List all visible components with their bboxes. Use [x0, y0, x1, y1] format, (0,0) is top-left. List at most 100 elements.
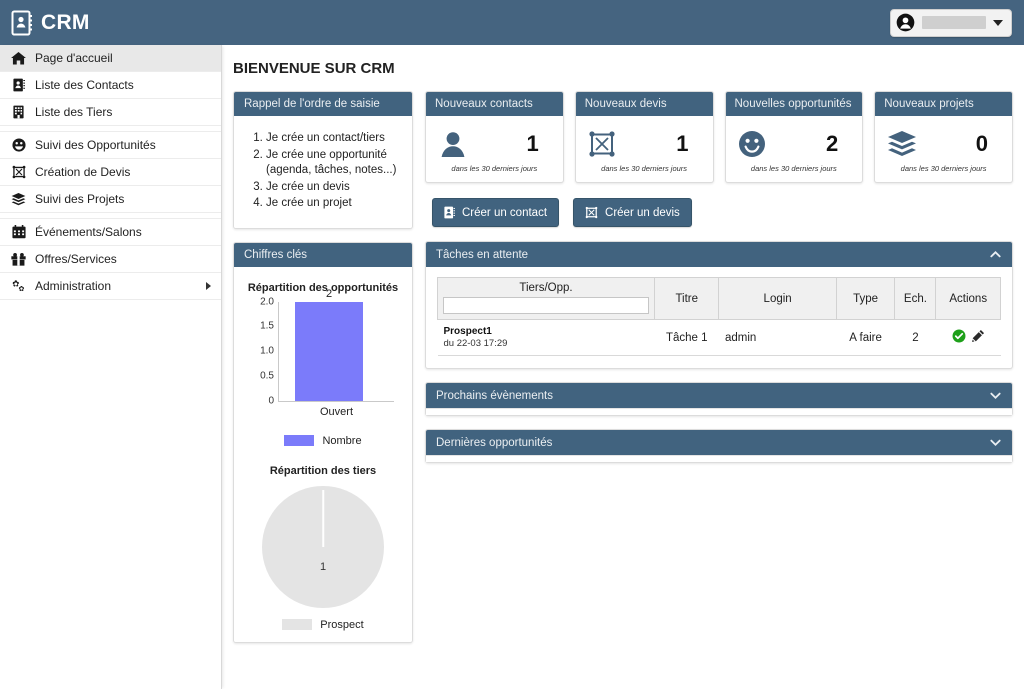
pending-tasks-panel: Tâches en attente Tiers/Opp. Titre Login…: [425, 241, 1013, 369]
user-circle-icon: [896, 13, 915, 32]
sidebar-item-label: Liste des Contacts: [35, 78, 134, 92]
kpi-value: 0: [975, 130, 988, 156]
content-columns: Rappel de l'ordre de saisie Je crée un c…: [233, 91, 1013, 656]
key-figures-panel-title: Chiffres clés: [244, 248, 308, 261]
kpi-card-row: Nouveaux contacts 1 dans les 30 derniers…: [425, 91, 1013, 183]
sidebar-item-liste-des-tiers[interactable]: Liste des Tiers: [0, 99, 221, 126]
left-column: Rappel de l'ordre de saisie Je crée un c…: [233, 91, 413, 656]
user-name-redacted: [922, 16, 986, 29]
reminder-panel-header[interactable]: Rappel de l'ordre de saisie: [234, 92, 412, 116]
pie-slice-divider: [322, 489, 324, 547]
bar-data-label: 2: [325, 287, 333, 300]
cell-type: A faire: [836, 319, 895, 356]
kpi-body: 0 dans les 30 derniers jours: [875, 116, 1012, 182]
sidebar-item-page-daccueil[interactable]: Page d'accueil: [0, 45, 221, 72]
pencil-icon[interactable]: [971, 329, 985, 346]
chevron-down-icon[interactable]: [993, 19, 1003, 26]
quote-box-icon: [585, 206, 598, 219]
check-circle-icon[interactable]: [952, 329, 966, 346]
list-item: Je crée un devis: [266, 180, 402, 197]
kpi-body: 1 dans les 30 derniers jours: [426, 116, 563, 182]
kpi-caption: dans les 30 derniers jours: [601, 164, 688, 173]
building-icon: [11, 105, 26, 119]
cell-login: admin: [718, 319, 837, 356]
upcoming-events-collapsed-body: [426, 408, 1012, 415]
creer-un-contact-button[interactable]: Créer un contact: [432, 198, 560, 227]
page-title: BIENVENUE SUR CRM: [233, 60, 395, 77]
step-label: Je crée un contact/tiers: [266, 132, 385, 144]
tiers-pie-chart: 1: [262, 485, 384, 608]
sidebar-item-suivi-des-opportunites[interactable]: Suivi des Opportunités: [0, 132, 221, 159]
layers-icon: [887, 127, 923, 160]
key-figures-panel-header[interactable]: Chiffres clés: [234, 242, 412, 267]
sidebar-item-suivi-des-projets[interactable]: Suivi des Projets: [0, 186, 221, 213]
kpi-caption: dans les 30 derniers jours: [750, 164, 837, 173]
top-header-bar: CRM: [0, 0, 1024, 45]
chevron-down-icon[interactable]: [989, 389, 1002, 402]
reminder-panel: Rappel de l'ordre de saisie Je crée un c…: [233, 91, 413, 229]
body-container: Page d'accueil Liste des Contacts Liste …: [0, 45, 1024, 689]
tiers-name: Prospect1: [443, 326, 492, 337]
kpi-card-nouveaux-projets: Nouveaux projets 0 dans les 30 derniers …: [874, 91, 1013, 183]
kpi-title: Nouveaux contacts: [426, 92, 563, 116]
pending-tasks-table: Tiers/Opp. Titre Login Type Ech. Actions: [437, 277, 1001, 356]
pie-chart-title: Répartition des tiers: [269, 464, 377, 477]
sidebar-item-offres-services[interactable]: Offres/Services: [0, 246, 221, 273]
sidebar-item-label: Offres/Services: [35, 252, 117, 266]
kpi-caption: dans les 30 derniers jours: [900, 164, 987, 173]
legend-swatch: [284, 435, 315, 446]
sidebar-item-label: Création de Devis: [35, 165, 131, 179]
col-header-actions: Actions: [935, 277, 1001, 320]
sidebar-item-label: Page d'accueil: [35, 51, 113, 65]
sidebar-item-creation-de-devis[interactable]: Création de Devis: [0, 159, 221, 186]
pending-tasks-panel-header[interactable]: Tâches en attente: [426, 242, 1012, 267]
sidebar-item-liste-des-contacts[interactable]: Liste des Contacts: [0, 72, 221, 99]
reminder-panel-title: Rappel de l'ordre de saisie: [244, 98, 380, 110]
list-item: Je crée un contact/tiers: [266, 131, 402, 148]
step-label: Je crée un projet: [266, 197, 352, 209]
step-label: Je crée une opportunité: [266, 148, 387, 161]
chevron-right-icon: [206, 282, 211, 290]
creer-un-devis-button[interactable]: Créer un devis: [573, 198, 692, 227]
sidebar-nav: Page d'accueil Liste des Contacts Liste …: [0, 45, 222, 689]
gears-icon: [11, 279, 26, 293]
calendar-icon: [11, 225, 26, 239]
chevron-down-icon[interactable]: [989, 436, 1002, 449]
layers-icon: [11, 192, 26, 206]
table-row[interactable]: Prospect1 du 22-03 17:29 Tâche 1 admin A…: [437, 319, 1001, 356]
x-axis-label: Ouvert: [319, 405, 353, 418]
list-item: Je crée un projet: [266, 196, 402, 213]
cell-tiers-opp: Prospect1 du 22-03 17:29: [437, 319, 655, 356]
kpi-body: 2 dans les 30 derniers jours: [726, 116, 863, 182]
table-header-row: Tiers/Opp. Titre Login Type Ech. Actions: [437, 277, 1001, 320]
user-menu-button[interactable]: [890, 8, 1012, 37]
sidebar-item-label: Liste des Tiers: [35, 105, 113, 119]
latest-opportunities-panel-header[interactable]: Dernières opportunités: [426, 430, 1012, 455]
kpi-value: 1: [526, 130, 539, 156]
latest-opportunities-panel: Dernières opportunités: [425, 429, 1013, 463]
brand-title: CRM: [41, 10, 90, 34]
brand[interactable]: CRM: [10, 10, 90, 36]
upcoming-events-panel-header[interactable]: Prochains évènements: [426, 383, 1012, 408]
column-label: Tiers/Opp.: [519, 282, 573, 294]
sidebar-item-evenements-salons[interactable]: Événements/Salons: [0, 219, 221, 246]
contact-book-icon: [10, 10, 32, 36]
sidebar-item-administration[interactable]: Administration: [0, 273, 221, 300]
gift-icon: [11, 252, 26, 266]
kpi-card-nouveaux-devis: Nouveaux devis 1 dans les 30 derniers jo…: [574, 91, 714, 183]
step-label: Je crée un devis: [266, 180, 350, 193]
action-button-row: Créer un contact Créer un devis: [432, 198, 1013, 227]
button-label: Créer un devis: [605, 206, 680, 219]
tiers-opp-filter-input[interactable]: [443, 297, 649, 314]
y-axis-tick: 0.5: [260, 370, 274, 382]
kpi-body: 1 dans les 30 derniers jours: [576, 116, 713, 182]
sidebar-item-label: Événements/Salons: [35, 225, 142, 239]
col-header-tiers-opp: Tiers/Opp.: [437, 277, 655, 320]
person-icon: [438, 127, 474, 160]
contact-card-icon: [11, 78, 26, 92]
chevron-up-icon[interactable]: [989, 248, 1002, 261]
legend-label: Nombre: [322, 434, 362, 447]
right-column: Nouveaux contacts 1 dans les 30 derniers…: [425, 91, 1013, 476]
col-header-type: Type: [835, 277, 896, 320]
key-figures-panel-body: Répartition des opportunités 2.0 1.5 1.0…: [234, 266, 412, 642]
